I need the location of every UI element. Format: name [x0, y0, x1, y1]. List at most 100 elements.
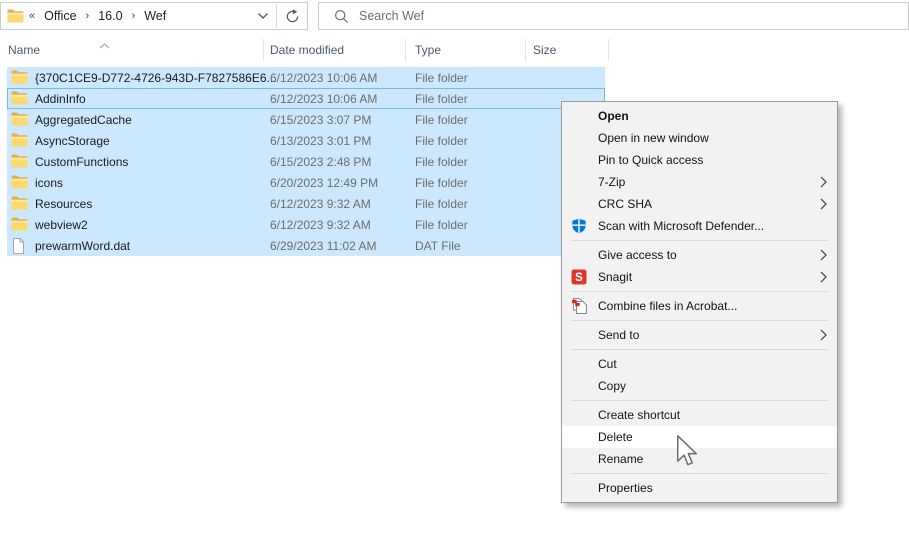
- menu-item-rename[interactable]: Rename: [562, 448, 837, 470]
- defender-icon: [571, 218, 588, 234]
- file-date-modified: 6/12/2023 10:06 AM: [270, 71, 377, 85]
- folder-icon: [11, 70, 28, 84]
- menu-item-cut[interactable]: Cut: [562, 353, 837, 375]
- file-date-modified: 6/13/2023 3:01 PM: [270, 134, 371, 148]
- file-explorer-window: «Office›16.0›Wef Search Wef NameDate mod…: [0, 0, 909, 537]
- menu-separator: [571, 349, 828, 350]
- menu-item-label: Copy: [598, 379, 626, 393]
- menu-item-label: Delete: [598, 430, 633, 444]
- file-row[interactable]: AggregatedCache6/15/2023 3:07 PMFile fol…: [7, 109, 605, 130]
- search-placeholder: Search Wef: [359, 9, 424, 23]
- menu-item-label: 7-Zip: [598, 175, 625, 189]
- file-date-modified: 6/20/2023 12:49 PM: [270, 176, 378, 190]
- file-type: File folder: [415, 176, 468, 190]
- column-header-type[interactable]: Type: [415, 43, 441, 57]
- file-name: {370C1CE9-D772-4726-943D-F7827586E6...: [35, 71, 277, 85]
- menu-item-give-access-to[interactable]: Give access to: [562, 244, 837, 266]
- file-name: AsyncStorage: [35, 134, 110, 148]
- breadcrumb: «Office›16.0›Wef: [27, 9, 173, 23]
- menu-item-label: Open: [598, 109, 629, 123]
- breadcrumb-overflow-icon[interactable]: «: [27, 10, 37, 22]
- file-date-modified: 6/15/2023 2:48 PM: [270, 155, 371, 169]
- column-header-name[interactable]: Name: [8, 43, 40, 57]
- column-resize-handle[interactable]: [405, 39, 406, 61]
- menu-item-send-to[interactable]: Send to: [562, 324, 837, 346]
- folder-icon: [11, 196, 28, 210]
- column-headers: Name Date modified Type Size: [0, 38, 909, 62]
- file-date-modified: 6/12/2023 9:32 AM: [270, 197, 371, 211]
- breadcrumb-separator-icon[interactable]: ›: [84, 10, 92, 22]
- menu-item-delete[interactable]: Delete: [562, 426, 837, 448]
- refresh-button[interactable]: [277, 9, 307, 24]
- column-resize-handle[interactable]: [263, 39, 264, 61]
- file-type: File folder: [415, 71, 468, 85]
- address-bar[interactable]: «Office›16.0›Wef: [0, 2, 308, 30]
- menu-separator: [571, 240, 828, 241]
- file-row[interactable]: AsyncStorage 6/13/2023 3:01 PM File folder: [7, 130, 605, 151]
- file-type: File folder: [415, 113, 468, 127]
- menu-item-create-shortcut[interactable]: Create shortcut: [562, 404, 837, 426]
- acrobat-icon: [571, 298, 588, 314]
- breadcrumb-item[interactable]: Wef: [137, 9, 173, 23]
- menu-item-7-zip[interactable]: 7-Zip: [562, 171, 837, 193]
- menu-item-pin-to-quick-access[interactable]: Pin to Quick access: [562, 149, 837, 171]
- column-resize-handle[interactable]: [525, 39, 526, 61]
- menu-item-scan-with-microsoft-defender[interactable]: Scan with Microsoft Defender...: [562, 215, 837, 237]
- file-type: File folder: [415, 92, 468, 106]
- breadcrumb-item[interactable]: 16.0: [91, 9, 129, 23]
- search-icon: [334, 9, 349, 24]
- file-date-modified: 6/15/2023 3:07 PM: [270, 113, 371, 127]
- file-name: icons: [35, 176, 63, 190]
- menu-item-label: Pin to Quick access: [598, 153, 703, 167]
- menu-item-label: Cut: [598, 357, 617, 371]
- menu-item-crc-sha[interactable]: CRC SHA: [562, 193, 837, 215]
- file-type: File folder: [415, 134, 468, 148]
- file-row[interactable]: AddinInfo6/12/2023 10:06 AMFile folder: [7, 88, 605, 109]
- column-header-date-modified[interactable]: Date modified: [270, 43, 344, 57]
- file-row[interactable]: Resources6/12/2023 9:32 AMFile folder: [7, 193, 605, 214]
- folder-icon: [11, 112, 28, 126]
- menu-item-label: Give access to: [598, 248, 677, 262]
- folder-icon: [11, 154, 28, 168]
- menu-item-label: Send to: [598, 328, 639, 342]
- location-folder-icon[interactable]: [7, 9, 24, 23]
- menu-item-properties[interactable]: Properties: [562, 477, 837, 499]
- breadcrumb-item[interactable]: Office: [37, 9, 83, 23]
- menu-item-label: Snagit: [598, 270, 632, 284]
- search-input[interactable]: Search Wef: [318, 2, 909, 30]
- menu-item-copy[interactable]: Copy: [562, 375, 837, 397]
- menu-item-label: Create shortcut: [598, 408, 680, 422]
- menu-item-combine-files-in-acrobat[interactable]: Combine files in Acrobat...: [562, 295, 837, 317]
- file-type: DAT File: [415, 239, 461, 253]
- submenu-chevron-right-icon: [820, 176, 827, 188]
- file-row[interactable]: CustomFunctions6/15/2023 2:48 PMFile fol…: [7, 151, 605, 172]
- menu-item-snagit[interactable]: S Snagit: [562, 266, 837, 288]
- menu-item-label: Rename: [598, 452, 643, 466]
- file-name: Resources: [35, 197, 92, 211]
- file-type: File folder: [415, 155, 468, 169]
- menu-item-open[interactable]: Open: [562, 105, 837, 127]
- file-row[interactable]: prewarmWord.dat6/29/2023 11:02 AMDAT Fil…: [7, 235, 605, 256]
- breadcrumb-separator-icon[interactable]: ›: [130, 10, 138, 22]
- folder-icon: [11, 91, 28, 105]
- address-history-chevron-down-icon[interactable]: [250, 12, 276, 20]
- menu-item-label: Combine files in Acrobat...: [598, 299, 737, 313]
- file-row[interactable]: {370C1CE9-D772-4726-943D-F7827586E6...6/…: [7, 67, 605, 88]
- file-row[interactable]: webview26/12/2023 9:32 AMFile folder: [7, 214, 605, 235]
- file-date-modified: 6/12/2023 9:32 AM: [270, 218, 371, 232]
- submenu-chevron-right-icon: [820, 249, 827, 261]
- folder-icon: [11, 175, 28, 189]
- menu-separator: [571, 291, 828, 292]
- column-resize-handle[interactable]: [608, 39, 609, 61]
- column-header-size[interactable]: Size: [533, 43, 556, 57]
- svg-text:S: S: [575, 272, 583, 284]
- context-menu: Open Open in new window Pin to Quick acces…: [561, 101, 838, 503]
- folder-icon: [11, 217, 28, 231]
- menu-separator: [571, 400, 828, 401]
- submenu-chevron-right-icon: [820, 198, 827, 210]
- file-type: File folder: [415, 218, 468, 232]
- file-date-modified: 6/12/2023 10:06 AM: [270, 92, 377, 106]
- file-row[interactable]: icons 6/20/2023 12:49 PM File folder: [7, 172, 605, 193]
- menu-item-open-in-new-window[interactable]: Open in new window: [562, 127, 837, 149]
- sort-ascending-icon: [99, 36, 110, 54]
